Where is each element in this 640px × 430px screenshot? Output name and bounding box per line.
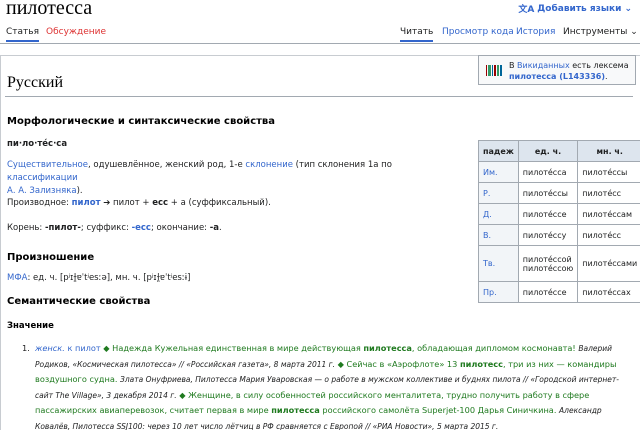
semantic-heading: Семантические свойства xyxy=(7,296,151,307)
table-header-row: падеж ед. ч. мн. ч. xyxy=(478,140,640,162)
pos-link[interactable]: Существительное xyxy=(7,160,88,170)
wikidata-link[interactable]: Викиданных xyxy=(517,61,570,70)
tab-history[interactable]: История xyxy=(516,27,555,37)
suffix-label: ; суффикс: xyxy=(80,223,132,233)
tab-talk[interactable]: Обсуждение xyxy=(46,27,106,37)
singular-form: пилотécса xyxy=(517,161,579,183)
ending-value: -а xyxy=(209,223,219,233)
translate-icon: 文A xyxy=(518,5,535,15)
root-end: . xyxy=(219,223,222,233)
derivation-label: Производное: xyxy=(7,198,72,208)
add-languages-label: Добавить языки xyxy=(537,3,622,14)
header-plural: мн. ч. xyxy=(577,140,640,162)
chevron-down-icon: ⌄ xyxy=(624,3,632,14)
tabs-bar: Статья Обсуждение Читать Просмотр кода И… xyxy=(0,22,640,44)
case-link[interactable]: Пр. xyxy=(478,281,519,303)
ipa-singular: : ед. ч. [pʲɪɫ̪ɐˈtʲesːə] xyxy=(27,273,111,283)
ipa-plural: , мн. ч. [pʲɪɫ̪ɐˈtʲesːɨ] xyxy=(110,273,191,283)
wikidata-mid: есть лексема xyxy=(569,61,629,70)
add-languages-button[interactable]: 文A Добавить языки ⌄ xyxy=(518,2,632,16)
pos-props: , одушевлённое, женский род, 1-е xyxy=(87,160,246,170)
morph-heading: Морфологические и синтаксические свойств… xyxy=(7,116,275,127)
singular-form: пилотécсой пилотécсою xyxy=(517,245,579,282)
case-link[interactable]: Д. xyxy=(478,203,519,225)
lexeme-link[interactable]: пилотесса (L143336) xyxy=(509,72,605,81)
pos-end: ). xyxy=(76,186,83,196)
example-text: российского самолёта Superjet-100 Дарья … xyxy=(319,405,560,416)
language-heading: Русский xyxy=(7,74,63,91)
ipa-line: МФА: ед. ч. [pʲɪɫ̪ɐˈtʲesːə], мн. ч. [pʲɪ… xyxy=(7,272,190,285)
wikidata-end: . xyxy=(605,72,608,81)
plural-form: пилотécсами xyxy=(577,245,640,282)
tab-article[interactable]: Статья xyxy=(6,27,40,42)
pos-line: Существительное, одушевлённое, женский р… xyxy=(7,159,462,198)
case-link[interactable]: В. xyxy=(478,224,519,246)
table-row: Пр. пилотécсе пилотécсах xyxy=(478,281,640,303)
root-label: Корень: xyxy=(7,223,45,233)
table-row: Р. пилотécсы пилотécс xyxy=(478,182,640,204)
table-row: Д. пилотécсе пилотécсам xyxy=(478,203,640,225)
ending-label: ; окончание: xyxy=(150,223,210,233)
derivation-rest: + а (суффиксальный). xyxy=(168,198,271,208)
example-word: пилотесс xyxy=(459,358,503,369)
ipa-link[interactable]: МФА xyxy=(7,273,27,283)
type-text: (тип склонения 1a по xyxy=(292,160,392,170)
case-link[interactable]: Р. xyxy=(478,182,519,204)
plural-form: пилотécс xyxy=(577,182,640,204)
meaning-heading: Значение xyxy=(7,321,54,331)
meaning-number: 1. xyxy=(22,343,30,353)
base-word-link[interactable]: пилот xyxy=(72,198,101,208)
singular-form: пилотécсу xyxy=(517,224,579,246)
suffix-link[interactable]: -есс xyxy=(132,223,151,233)
example-word: пилотесса xyxy=(363,343,412,353)
tab-read[interactable]: Читать xyxy=(400,27,434,42)
tools-menu[interactable]: Инструменты ⌄ xyxy=(563,27,638,37)
chevron-down-icon: ⌄ xyxy=(630,27,638,37)
pronunciation-heading: Произношение xyxy=(7,252,95,263)
plural-form: пилотécсам xyxy=(577,203,640,225)
plural-form: пилотécсах xyxy=(577,281,640,303)
wikidata-box: В Викиданных есть лексема пилотесса (L143… xyxy=(478,55,636,85)
header-singular: ед. ч. xyxy=(517,140,579,162)
table-row: Тв. пилотécсой пилотécсою пилотécсами xyxy=(478,245,640,282)
heading-divider xyxy=(5,96,633,97)
base-word-link[interactable]: к пилот xyxy=(67,343,100,353)
case-link[interactable]: Тв. xyxy=(478,245,519,282)
singular-form: пилотécсе xyxy=(517,281,579,303)
singular-form: пилотécсы xyxy=(517,182,579,204)
example-text: , обладающая дипломом космонавта! xyxy=(411,343,579,353)
syllables: пи·ло·тéс·са xyxy=(7,139,68,149)
meaning-list-item: 1. женск. к пилот ◆ Надежда Кужельная ед… xyxy=(22,341,635,430)
root-line: Корень: -пилот-; суффикс: -есс; окончани… xyxy=(7,222,222,235)
table-row: Им. пилотécса пилотécсы xyxy=(478,161,640,183)
derivation-line: Производное: пилот ➔ пилот + есс + а (су… xyxy=(7,197,271,210)
header-case: падеж xyxy=(478,140,519,162)
derivation-arrow: ➔ пилот + xyxy=(100,198,153,208)
derivation-suffix: есс xyxy=(152,198,169,208)
zaliznyak-link[interactable]: А. А. Зализняка xyxy=(7,186,77,196)
example-word: пилотесса xyxy=(271,405,320,416)
table-row: В. пилотécсу пилотécс xyxy=(478,224,640,246)
classification-link[interactable]: классификации xyxy=(7,173,78,183)
example-text: ◆ Надежда Кужельная единственная в мире … xyxy=(100,343,364,353)
wikidata-icon xyxy=(486,65,503,76)
root-value: -пилот- xyxy=(45,223,81,233)
declension-link[interactable]: склонение xyxy=(245,160,293,170)
case-link[interactable]: Им. xyxy=(478,161,519,183)
tab-view-source[interactable]: Просмотр кода xyxy=(442,27,514,37)
declension-table: падеж ед. ч. мн. ч. Им. пилотécса пилотé… xyxy=(478,140,640,303)
plural-form: пилотécсы xyxy=(577,161,640,183)
page-title: пилотесса xyxy=(6,0,93,19)
wikidata-text: В Викиданных есть лексема пилотесса (L143… xyxy=(509,60,635,82)
plural-form: пилотécс xyxy=(577,224,640,246)
singular-form: пилотécсе xyxy=(517,203,579,225)
example-text: ◆ Сейчас в «Аэрофлоте» 13 xyxy=(335,358,460,369)
tools-label: Инструменты xyxy=(563,27,628,37)
wikidata-prefix: В xyxy=(509,61,518,70)
gram-label-link[interactable]: женск. xyxy=(35,343,65,353)
